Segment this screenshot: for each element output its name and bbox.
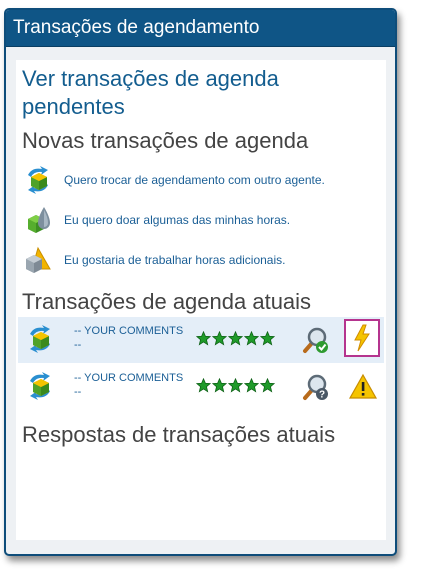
swap-schedule-icon — [30, 372, 50, 400]
star-icon — [260, 378, 275, 393]
selected-status-box[interactable] — [344, 319, 380, 357]
panel-title: Transações de agendamento — [6, 10, 395, 47]
view-pending-transactions-link[interactable]: Ver transações de agenda pendentes — [22, 65, 352, 121]
action-label: Quero trocar de agendamento com outro ag… — [64, 173, 325, 187]
current-responses-heading: Respostas de transações atuais — [22, 422, 336, 447]
warning-icon[interactable] — [348, 372, 378, 402]
star-icon — [196, 331, 211, 346]
view-details-approved-icon[interactable] — [300, 325, 330, 355]
schedule-transactions-panel: Transações de agendamento Ver transações… — [4, 8, 397, 556]
swap-schedule-icon — [28, 166, 48, 194]
action-extra-hours[interactable]: Eu gostaria de trabalhar horas adicionai… — [22, 245, 285, 275]
transaction-comment: -- YOUR COMMENTS -- — [74, 372, 184, 398]
panel-body: Ver transações de agenda pendentes Novas… — [16, 60, 386, 540]
view-details-pending-icon[interactable]: ? — [300, 372, 330, 402]
star-icon — [260, 331, 275, 346]
action-swap-schedule[interactable]: Quero trocar de agendamento com outro ag… — [22, 165, 325, 195]
star-icon — [196, 378, 211, 393]
donate-hours-icon — [28, 207, 50, 233]
rating-stars — [196, 378, 276, 393]
new-transactions-heading: Novas transações de agenda — [22, 128, 309, 153]
action-label: Eu quero doar algumas das minhas horas. — [64, 213, 291, 227]
rating-stars — [196, 331, 276, 346]
svg-text:?: ? — [319, 390, 325, 401]
current-transactions-heading: Transações de agenda atuais — [22, 289, 312, 314]
star-icon — [212, 331, 227, 346]
swap-schedule-icon — [30, 325, 50, 353]
star-icon — [228, 331, 243, 346]
transaction-row[interactable]: -- YOUR COMMENTS -- — [18, 317, 384, 363]
star-icon — [244, 378, 259, 393]
transaction-comment: -- YOUR COMMENTS -- — [74, 325, 184, 351]
star-icon — [228, 378, 243, 393]
action-label: Eu gostaria de trabalhar horas adicionai… — [64, 253, 286, 267]
lightning-icon — [354, 324, 370, 352]
star-icon — [244, 331, 259, 346]
transaction-row[interactable]: -- YOUR COMMENTS -- ? — [18, 364, 384, 410]
action-donate-hours[interactable]: Eu quero doar algumas das minhas horas. — [22, 205, 290, 235]
extra-hours-icon — [26, 246, 51, 273]
star-icon — [212, 378, 227, 393]
